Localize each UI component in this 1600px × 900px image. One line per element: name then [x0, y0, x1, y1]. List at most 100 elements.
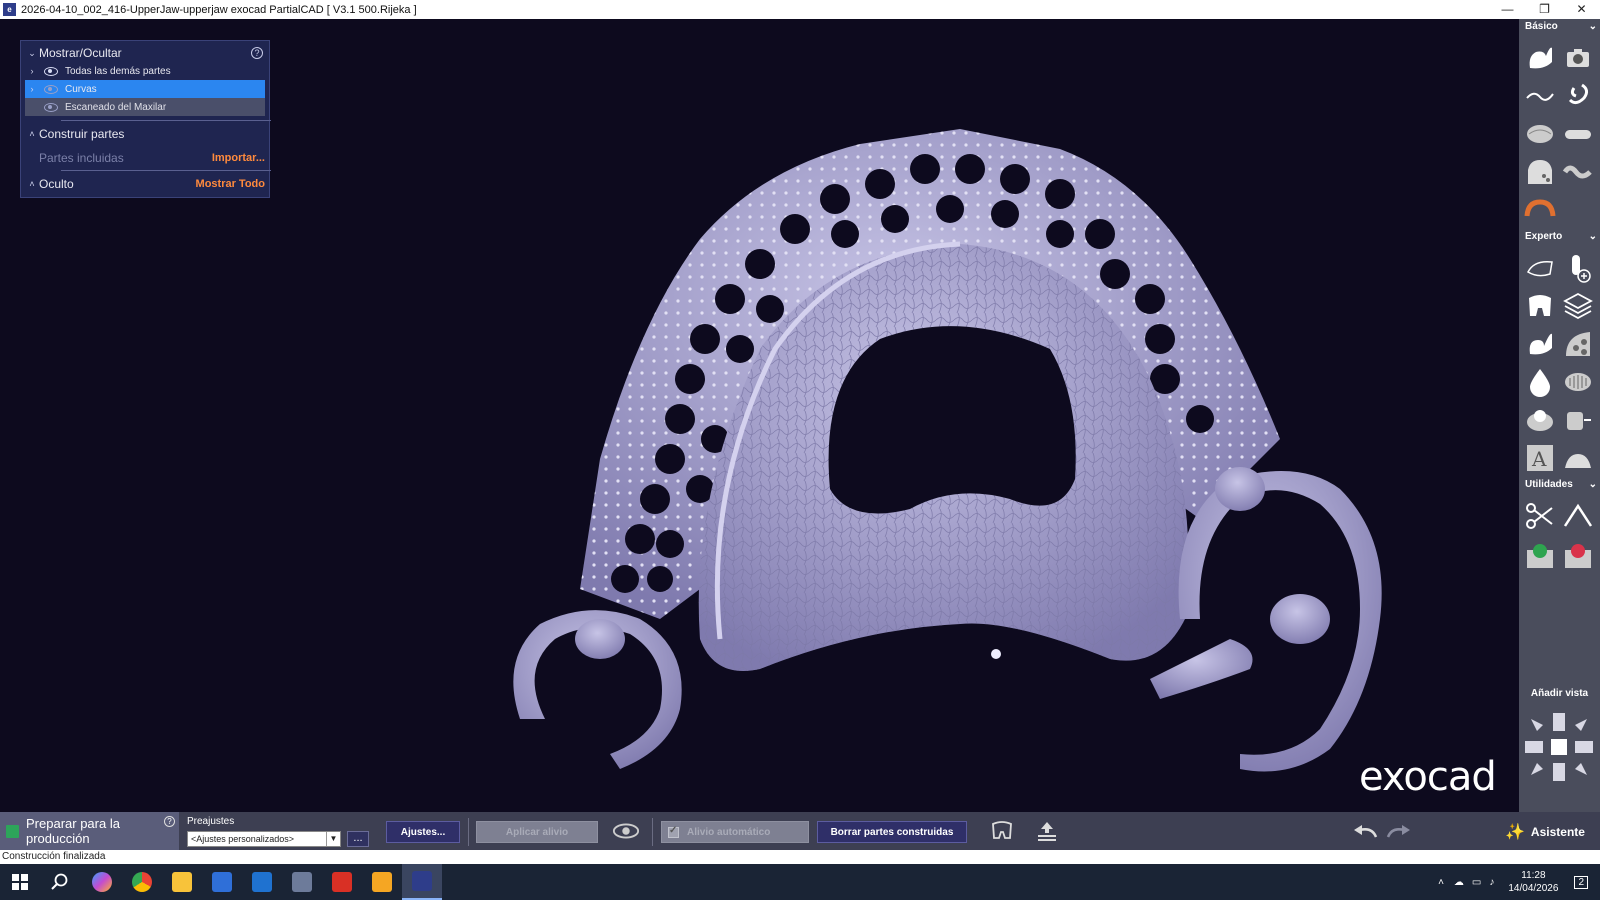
windows-start-icon[interactable]	[0, 864, 40, 900]
export-upload-icon[interactable]	[1033, 818, 1061, 844]
prepare-production-section: Preparar para la producción ?	[0, 812, 179, 850]
list-item-label: Escaneado del Maxilar	[65, 101, 167, 113]
minimize-button[interactable]: —	[1489, 0, 1526, 19]
clock-time: 11:28	[1521, 870, 1546, 881]
build-parts-header[interactable]: ˄ Construir partes	[25, 125, 265, 143]
tooth-crown-icon[interactable]	[1523, 289, 1557, 323]
network-icon[interactable]: ▭	[1472, 877, 1481, 888]
text-engraving-icon[interactable]: A	[1523, 441, 1557, 475]
svg-text:A: A	[1531, 447, 1547, 471]
chevron-up-icon[interactable]: ˄	[1438, 877, 1444, 888]
view-direction-icon[interactable]	[1521, 709, 1597, 785]
volume-icon[interactable]: ♪	[1489, 877, 1494, 888]
panel-header-label: Mostrar/Ocultar	[39, 46, 122, 60]
merge-green-icon[interactable]	[1523, 539, 1557, 573]
clasp-design-icon[interactable]	[1561, 79, 1595, 113]
eye-off-icon[interactable]	[43, 102, 59, 112]
chevron-down-icon: ⌄	[1588, 231, 1597, 242]
tooth-outline-icon[interactable]	[988, 818, 1016, 844]
add-attachment-icon[interactable]	[1561, 251, 1595, 285]
list-item-maxilla-scan[interactable]: Escaneado del Maxilar	[25, 98, 265, 116]
sticky-app-icon[interactable]	[362, 864, 402, 900]
retention-mesh-icon[interactable]	[1523, 117, 1557, 151]
restore-button[interactable]: ❐	[1526, 0, 1563, 19]
hidden-header[interactable]: ˄ Oculto Mostrar Todo	[25, 175, 265, 193]
window-title: 2026-04-10_002_416-UpperJaw-upperjaw exo…	[21, 3, 417, 16]
redo-icon[interactable]	[1384, 818, 1412, 844]
bar-connector-icon[interactable]	[1561, 117, 1595, 151]
checkbox-icon[interactable]	[668, 825, 679, 838]
expert-label: Experto	[1525, 231, 1563, 242]
delete-built-parts-button[interactable]: Borrar partes construidas	[817, 821, 967, 843]
undo-icon[interactable]	[1352, 818, 1380, 844]
outlook-icon[interactable]	[242, 864, 282, 900]
expert-section-header[interactable]: Experto ⌄	[1525, 231, 1597, 242]
utilities-section-header[interactable]: Utilidades ⌄	[1525, 479, 1597, 490]
presets-more-button[interactable]: ...	[347, 831, 369, 847]
list-item-label: Curvas	[65, 83, 97, 95]
notifications-badge[interactable]: 2	[1574, 875, 1588, 889]
eye-off-icon[interactable]	[43, 84, 59, 94]
drop-icon[interactable]	[1523, 365, 1557, 399]
magic-wand-icon: ✨	[1505, 824, 1525, 841]
tooth-shape-icon[interactable]	[1523, 327, 1557, 361]
chevron-down-icon[interactable]: ▼	[326, 832, 340, 846]
included-parts-row: Partes incluidas Importar...	[25, 149, 265, 167]
help-icon[interactable]: ?	[251, 47, 263, 59]
prepare-production-label: Preparar para la producción	[26, 816, 120, 846]
tooth-model-icon[interactable]	[1523, 41, 1557, 75]
outline-arch-icon[interactable]	[1523, 251, 1557, 285]
list-item-label: Todas las demás partes	[65, 65, 171, 77]
chevron-up-icon: ˄	[29, 129, 35, 139]
major-connector-icon[interactable]	[1523, 155, 1557, 189]
chevron-right-icon[interactable]: ›	[25, 84, 39, 94]
copilot-icon[interactable]	[82, 864, 122, 900]
curve-draw-icon[interactable]	[1523, 79, 1557, 113]
gmail-icon[interactable]	[322, 864, 362, 900]
exocad-app-icon[interactable]: e	[3, 3, 16, 16]
show-all-link[interactable]: Mostrar Todo	[196, 178, 265, 190]
assistant-button[interactable]: ✨ Asistente	[1505, 822, 1585, 842]
presets-value: <Ajustes personalizados>	[191, 834, 295, 844]
add-view-label[interactable]: Añadir vista	[1519, 688, 1600, 699]
presets-dropdown[interactable]: <Ajustes personalizados> ▼	[187, 831, 341, 847]
close-button[interactable]: ✕	[1563, 0, 1600, 19]
search-icon[interactable]	[40, 864, 80, 900]
gingiva-icon[interactable]	[1561, 441, 1595, 475]
measure-angle-icon[interactable]	[1561, 499, 1595, 533]
subtract-red-icon[interactable]	[1561, 539, 1595, 573]
settings-button[interactable]: Ajustes...	[386, 821, 460, 843]
layers-icon[interactable]	[1561, 289, 1595, 323]
microsoft-store-icon[interactable]	[202, 864, 242, 900]
panel-header[interactable]: ⌄ Mostrar/Ocultar	[25, 44, 265, 62]
mesh-plate-icon[interactable]	[1561, 365, 1595, 399]
bead-surface-icon[interactable]	[1523, 403, 1557, 437]
smoothing-tool-icon[interactable]	[1561, 403, 1595, 437]
eye-preview-icon[interactable]	[612, 818, 640, 844]
title-bar: e 2026-04-10_002_416-UpperJaw-upperjaw e…	[0, 0, 1600, 19]
divider	[61, 120, 271, 121]
clock[interactable]: 11:28 14/04/2026	[1508, 869, 1558, 895]
chrome-icon[interactable]	[122, 864, 162, 900]
list-item-all-parts[interactable]: › Todas las demás partes	[25, 62, 265, 80]
list-item-curves[interactable]: › Curvas	[25, 80, 265, 98]
screenshot-camera-icon[interactable]	[1561, 41, 1595, 75]
system-tray: ˄ ☁ ▭ ♪ 11:28 14/04/2026 2	[1432, 864, 1600, 900]
apply-relief-button[interactable]: Aplicar alivio	[476, 821, 598, 843]
scissors-cut-icon[interactable]	[1523, 499, 1557, 533]
chevron-right-icon[interactable]: ›	[25, 66, 39, 76]
tool-sidebar: Básico ⌄ Experto ⌄ A Utilidades ⌄ Añadir vi…	[1519, 19, 1600, 812]
auto-relief-checkbox[interactable]: Alivio automático	[661, 821, 809, 843]
texture-pattern-icon[interactable]	[1561, 327, 1595, 361]
presets-group: Preajustes <Ajustes personalizados> ▼ ..…	[181, 812, 381, 850]
import-link[interactable]: Importar...	[212, 152, 265, 164]
eye-icon[interactable]	[43, 66, 59, 76]
basic-section-header[interactable]: Básico ⌄	[1525, 21, 1597, 32]
help-icon[interactable]: ?	[164, 816, 175, 827]
arch-orange-icon[interactable]	[1523, 193, 1557, 227]
file-explorer-icon[interactable]	[162, 864, 202, 900]
cloud-icon[interactable]: ☁	[1454, 877, 1464, 888]
wax-wire-icon[interactable]	[1561, 155, 1595, 189]
app-window-icon[interactable]	[282, 864, 322, 900]
exocad-taskbar-icon[interactable]	[402, 864, 442, 900]
